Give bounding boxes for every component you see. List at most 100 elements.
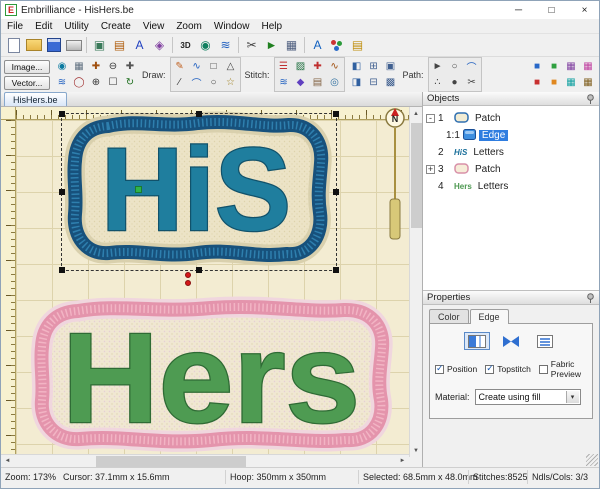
selection-marquee[interactable] [61, 113, 337, 271]
node-edit-icon[interactable]: ∴ [430, 75, 446, 90]
tree-item-3-patch[interactable]: + 3 Patch [426, 161, 596, 178]
selection-handle-se[interactable] [333, 267, 339, 273]
rectangle-icon[interactable]: □ [206, 59, 222, 74]
simulate-icon[interactable]: ► [262, 36, 281, 55]
lettering-icon[interactable]: A [130, 36, 149, 55]
remove-region-icon[interactable]: ⊟ [366, 75, 382, 90]
scissors-icon[interactable]: ✂ [242, 36, 261, 55]
half-left-icon[interactable]: ◧ [349, 59, 365, 74]
tree-item-label[interactable]: Letters [475, 181, 512, 192]
vertical-scroll-thumb[interactable] [411, 123, 422, 228]
show-origin-icon[interactable]: ✚ [88, 59, 104, 74]
merge-library-icon[interactable]: ▤ [110, 36, 129, 55]
fabric-preview-checkbox[interactable]: Fabric Preview [539, 359, 587, 379]
merge-region-icon[interactable]: ▣ [383, 59, 399, 74]
pin-icon[interactable] [586, 94, 595, 104]
smooth-path-icon[interactable]: ⌒ [464, 59, 480, 74]
pin-icon[interactable] [586, 293, 595, 303]
chevron-down-icon[interactable]: ▾ [566, 391, 579, 403]
checkbox-checked-icon[interactable] [435, 365, 444, 374]
selection-handle-sw[interactable] [59, 267, 65, 273]
print-icon[interactable] [64, 36, 83, 55]
open-folder-icon[interactable] [24, 36, 43, 55]
show-hoop-icon[interactable]: ◯ [71, 75, 87, 90]
show-design-icon[interactable]: ◉ [54, 59, 70, 74]
resize-grip[interactable] [586, 454, 598, 466]
block-blue-icon[interactable]: ■ [529, 59, 545, 74]
vector-button[interactable]: Vector... [4, 76, 50, 90]
cut-path-icon[interactable]: ✂ [464, 75, 480, 90]
material-dropdown[interactable]: Create using fill ▾ [475, 389, 581, 405]
zoom-in-icon[interactable]: ⊕ [88, 75, 104, 90]
merge-design-icon[interactable]: ▣ [90, 36, 109, 55]
close-button[interactable]: × [570, 1, 599, 19]
selection-handle-n[interactable] [196, 111, 202, 117]
quilt-olive-icon[interactable]: ▦ [580, 75, 596, 90]
tree-item-1-1-edge[interactable]: 1:1 Edge [446, 127, 596, 144]
stitch-view-icon[interactable]: ≋ [216, 36, 235, 55]
open-node-icon[interactable]: ○ [447, 59, 463, 74]
tree-item-label[interactable]: Patch [472, 113, 504, 124]
notes-icon[interactable]: ▤ [348, 36, 367, 55]
fill-stitch-icon[interactable]: ▨ [293, 59, 309, 74]
curve-icon[interactable]: ∿ [189, 59, 205, 74]
ellipse-icon[interactable]: ○ [206, 75, 222, 90]
vertical-scrollbar[interactable]: ▲ ▼ [409, 107, 422, 457]
edge-fill-style-button[interactable] [464, 332, 490, 350]
maximize-button[interactable]: □ [537, 1, 566, 19]
pan-icon[interactable]: ✚ [122, 59, 138, 74]
origin-node[interactable] [135, 186, 142, 193]
star-icon[interactable]: ☆ [223, 75, 239, 90]
measure-tool[interactable]: N [381, 108, 409, 258]
redraw-icon[interactable]: ↻ [122, 75, 138, 90]
block-green-icon[interactable]: ■ [546, 59, 562, 74]
pencil-icon[interactable]: ✎ [172, 59, 188, 74]
image-button[interactable]: Image... [4, 60, 50, 74]
quilt-purple-icon[interactable]: ▦ [563, 59, 579, 74]
scroll-right-icon[interactable]: ► [396, 455, 409, 467]
menu-file[interactable]: File [1, 21, 29, 32]
zoom-out-icon[interactable]: ⊖ [105, 59, 121, 74]
menu-zoom[interactable]: Zoom [170, 21, 208, 32]
applique-icon[interactable]: ▤ [310, 75, 326, 90]
contour-stitch-icon[interactable]: ◎ [327, 75, 343, 90]
red-anchor-node[interactable] [185, 272, 191, 278]
grid-icon[interactable]: ▦ [282, 36, 301, 55]
tab-edge[interactable]: Edge [470, 309, 509, 324]
add-region-icon[interactable]: ⊞ [366, 59, 382, 74]
block-orange-icon[interactable]: ■ [546, 75, 562, 90]
quilt-pink-icon[interactable]: ▦ [580, 59, 596, 74]
scroll-left-icon[interactable]: ◄ [1, 455, 14, 467]
selection-handle-nw[interactable] [59, 111, 65, 117]
quilt-teal-icon[interactable]: ▦ [563, 75, 579, 90]
show-stitches-icon[interactable]: ≋ [54, 75, 70, 90]
tree-item-1-patch[interactable]: - 1 Patch [426, 110, 596, 127]
selection-handle-ne[interactable] [333, 111, 339, 117]
checkbox-unchecked-icon[interactable] [539, 365, 548, 374]
edge-satin-style-button[interactable] [498, 332, 524, 350]
selection-handle-e[interactable] [333, 189, 339, 195]
arc-icon[interactable]: ⌒ [189, 75, 205, 90]
tab-hishers[interactable]: HisHers.be [4, 92, 67, 106]
position-checkbox[interactable]: Position [435, 364, 477, 374]
3d-view-icon[interactable]: 3D [176, 36, 195, 55]
triangle-icon[interactable]: △ [223, 59, 239, 74]
minimize-button[interactable]: ─ [504, 1, 533, 19]
tree-item-label-selected[interactable]: Edge [479, 130, 508, 141]
close-node-icon[interactable]: ● [447, 75, 463, 90]
half-right-icon[interactable]: ◨ [349, 75, 365, 90]
collapse-icon[interactable]: - [426, 114, 435, 123]
menu-view[interactable]: View [137, 21, 171, 32]
tree-item-2-letters[interactable]: 2 HiS Letters [426, 144, 596, 161]
tree-item-label[interactable]: Letters [470, 147, 507, 158]
motif-stitch-icon[interactable]: ◆ [293, 75, 309, 90]
select-path-icon[interactable]: ► [430, 59, 446, 74]
edge-stitch-list-button[interactable] [532, 332, 558, 350]
design-canvas[interactable]: Hers HiS [16, 120, 409, 457]
selection-handle-w[interactable] [59, 189, 65, 195]
menu-window[interactable]: Window [208, 21, 256, 32]
red-anchor-node[interactable] [185, 280, 191, 286]
text-tool-icon[interactable]: A [308, 36, 327, 55]
block-red-icon[interactable]: ■ [529, 75, 545, 90]
menu-help[interactable]: Help [255, 21, 288, 32]
